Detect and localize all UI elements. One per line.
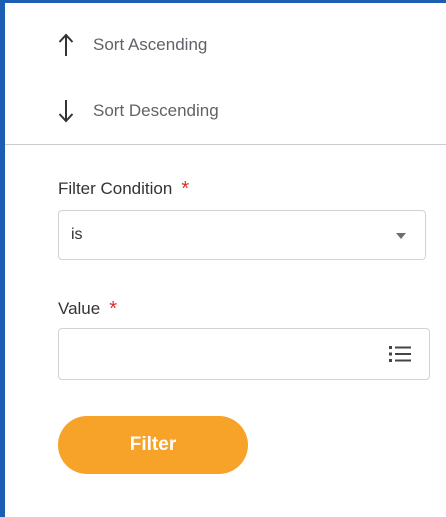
filter-condition-select[interactable]: is: [58, 210, 426, 260]
sort-descending-label: Sort Descending: [93, 101, 219, 120]
column-filter-panel: Sort Ascending Sort Descending Filter Co…: [0, 0, 446, 517]
value-label-text: Value: [58, 299, 101, 318]
filter-condition-value: is: [71, 226, 83, 243]
caret-down-icon: [395, 229, 407, 241]
value-label: Value *: [58, 299, 117, 319]
filter-condition-label-text: Filter Condition: [58, 179, 173, 198]
value-field[interactable]: [58, 328, 430, 380]
sort-descending-item[interactable]: Sort Descending: [55, 96, 219, 126]
required-indicator: *: [181, 178, 190, 200]
required-indicator: *: [109, 298, 118, 320]
sort-ascending-label: Sort Ascending: [93, 35, 208, 54]
sort-ascending-item[interactable]: Sort Ascending: [55, 30, 207, 60]
section-divider: [5, 144, 446, 145]
filter-condition-label: Filter Condition *: [58, 179, 189, 199]
list-icon[interactable]: [387, 343, 413, 365]
arrow-up-icon: [55, 32, 77, 58]
value-input[interactable]: [59, 329, 369, 379]
filter-button[interactable]: Filter: [58, 416, 248, 474]
arrow-down-icon: [55, 98, 77, 124]
